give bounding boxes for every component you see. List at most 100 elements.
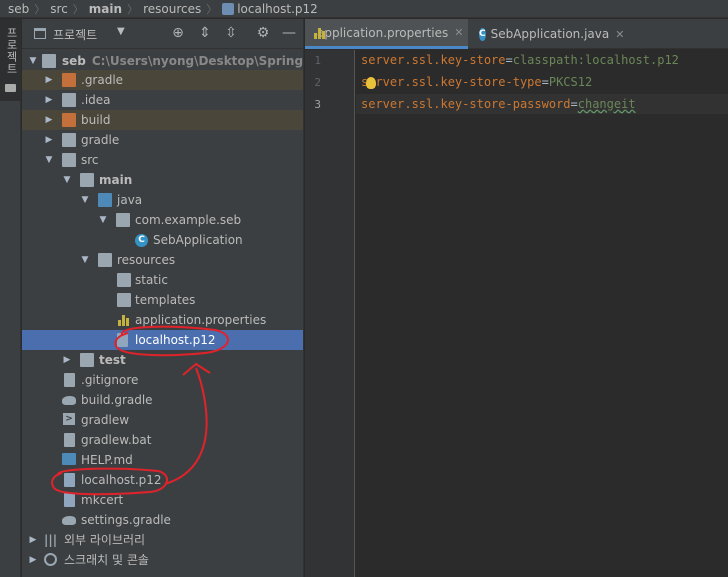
tree-item-main[interactable]: ▼ main [22, 170, 303, 190]
resources-folder-icon [98, 253, 112, 267]
chevron-down-icon[interactable]: ▼ [62, 170, 72, 190]
line-number: 1 [314, 54, 321, 67]
code-line[interactable]: server.ssl.key-store=classpath:localhost… [361, 50, 679, 70]
gradle-file-icon [62, 516, 76, 525]
breadcrumb: seb 〉 src 〉 main 〉 resources 〉 localhost… [0, 0, 728, 18]
breadcrumb-item-seb[interactable]: seb [8, 2, 29, 16]
tree-item-java[interactable]: ▼ java [22, 190, 303, 210]
tree-item-label: application.properties [135, 313, 267, 327]
tool-window-strip: 프로젝트 [0, 19, 21, 577]
tree-item-test[interactable]: ▶ test [22, 350, 303, 370]
tree-item-label: java [117, 193, 143, 207]
folder-icon [80, 173, 94, 187]
chevron-right-icon[interactable]: ▶ [44, 70, 54, 90]
tree-item-mkcert[interactable]: mkcert [22, 490, 303, 510]
folder-icon [62, 93, 76, 107]
tree-item-static[interactable]: static [22, 270, 303, 290]
editor-tab-bar: application.properties ✕ C SebApplicatio… [305, 19, 728, 49]
tree-item-localhost-p12-root[interactable]: localhost.p12 [22, 470, 303, 490]
tree-item-seb[interactable]: ▼ seb C:\Users\nyong\Desktop\Spring\sec [22, 51, 303, 71]
tree-item-label: test [99, 353, 126, 367]
tree-item-label: 스크래치 및 콘솔 [64, 553, 149, 567]
tab-label: application.properties [317, 25, 449, 40]
breadcrumb-item-file[interactable]: localhost.p12 [237, 2, 318, 16]
chevron-right-icon[interactable]: ▶ [62, 350, 72, 370]
bat-file-icon [64, 433, 75, 447]
tree-item-scratches[interactable]: ▶ 스크래치 및 콘솔 [22, 550, 303, 570]
tree-item-gradlew-bat[interactable]: gradlew.bat [22, 430, 303, 450]
tree-item-settings-gradle[interactable]: settings.gradle [22, 510, 303, 530]
tree-item-gradle-cache[interactable]: ▶ .gradle [22, 70, 303, 90]
property-key: server.ssl.key-store [361, 53, 506, 67]
chevron-down-icon[interactable]: ▼ [117, 26, 125, 37]
tree-item-external-libraries[interactable]: ▶ ||| 외부 라이브러리 [22, 530, 303, 550]
breadcrumb-separator: 〉 [127, 2, 139, 16]
chevron-down-icon[interactable]: ▼ [80, 250, 90, 270]
breadcrumb-separator: 〉 [72, 2, 84, 16]
tree-item-gitignore[interactable]: .gitignore [22, 370, 303, 390]
tree-item-localhost-p12-selected[interactable]: localhost.p12 [22, 330, 303, 350]
line-number: 2 [314, 76, 321, 89]
code-line[interactable]: server.ssl.key-store-type=PKCS12 [361, 72, 592, 92]
chevron-right-icon[interactable]: ▶ [28, 550, 38, 570]
folder-icon [62, 153, 76, 167]
tree-item-label: localhost.p12 [81, 473, 162, 487]
unknown-file-icon [64, 473, 75, 487]
tree-item-application-properties[interactable]: application.properties [22, 310, 303, 330]
close-icon[interactable]: ✕ [454, 26, 463, 39]
tree-item-label: gradlew [81, 413, 130, 427]
chevron-right-icon[interactable]: ▶ [44, 90, 54, 110]
locate-file-icon[interactable]: ⊕ [170, 25, 186, 41]
tree-item-src[interactable]: ▼ src [22, 150, 303, 170]
tree-item-resources[interactable]: ▼ resources [22, 250, 303, 270]
code-line-current[interactable]: server.ssl.key-store-password=changeit [356, 94, 728, 114]
tree-item-label: .idea [81, 93, 111, 107]
chevron-right-icon[interactable]: ▶ [44, 110, 54, 130]
libraries-icon: ||| [44, 533, 58, 547]
tab-sebapplication-java[interactable]: C SebApplication.java ✕ [471, 19, 624, 49]
tree-item-gradlew[interactable]: > gradlew [22, 410, 303, 430]
tree-item-build[interactable]: ▶ build [22, 110, 303, 130]
tree-item-build-gradle[interactable]: build.gradle [22, 390, 303, 410]
folder-icon [62, 133, 76, 147]
close-icon[interactable]: ✕ [615, 28, 624, 41]
tree-item-gradle[interactable]: ▶ gradle [22, 130, 303, 150]
unknown-file-icon [64, 493, 75, 507]
property-key: server.ssl.key-store-type [361, 75, 542, 89]
project-view-icon [34, 28, 46, 39]
chevron-right-icon[interactable]: ▶ [44, 130, 54, 150]
tree-item-help-md[interactable]: HELP.md [22, 450, 303, 470]
collapse-all-icon[interactable]: ⇳ [223, 25, 239, 41]
project-panel: 프로젝트 ▼ ⊕ ⇕ ⇳ ⚙ — ▼ seb C:\Users\nyong\Des… [22, 19, 304, 577]
breadcrumb-item-src[interactable]: src [50, 2, 68, 16]
project-view-selector[interactable]: 프로젝트 [53, 26, 97, 43]
folder-icon [80, 353, 94, 367]
shell-file-icon: > [63, 413, 75, 425]
property-value: classpath:localhost.p12 [512, 53, 679, 67]
folder-icon [62, 73, 76, 87]
line-number: 3 [314, 98, 321, 111]
chevron-down-icon[interactable]: ▼ [44, 150, 54, 170]
chevron-down-icon[interactable]: ▼ [98, 210, 108, 230]
code-editor[interactable]: server.ssl.key-store=classpath:localhost… [356, 50, 728, 577]
project-tool-window-button[interactable]: 프로젝트 [0, 19, 21, 101]
hide-panel-icon[interactable]: — [281, 25, 297, 41]
expand-all-icon[interactable]: ⇕ [197, 25, 213, 41]
chevron-right-icon[interactable]: ▶ [28, 530, 38, 550]
equals-sign: = [505, 53, 513, 67]
gear-icon[interactable]: ⚙ [255, 25, 271, 41]
tree-item-sebapplication[interactable]: C SebApplication [22, 230, 303, 250]
lightbulb-icon[interactable] [366, 77, 376, 89]
tree-item-label: mkcert [81, 493, 124, 507]
folder-icon [117, 293, 131, 307]
tree-item-templates[interactable]: templates [22, 290, 303, 310]
chevron-down-icon[interactable]: ▼ [80, 190, 90, 210]
breadcrumb-item-main[interactable]: main [89, 2, 122, 16]
chevron-down-icon[interactable]: ▼ [28, 51, 38, 71]
tree-item-idea[interactable]: ▶ .idea [22, 90, 303, 110]
tab-application-properties[interactable]: application.properties ✕ [305, 19, 468, 49]
module-folder-icon [42, 54, 56, 68]
unknown-file-icon [117, 333, 128, 347]
tree-item-package[interactable]: ▼ com.example.seb [22, 210, 303, 230]
breadcrumb-item-resources[interactable]: resources [143, 2, 201, 16]
